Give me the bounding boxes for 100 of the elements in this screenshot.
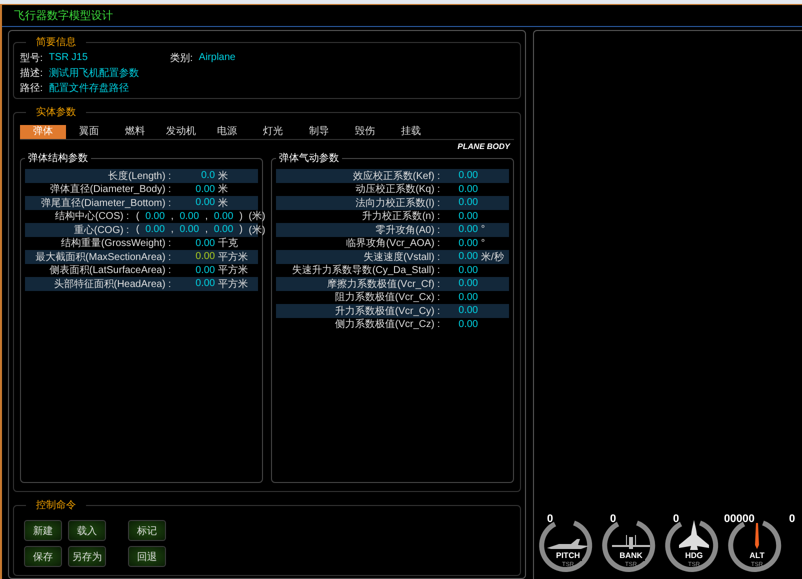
param-label: 长度(Length) :	[107, 170, 172, 183]
param-value[interactable]: 0.00	[176, 224, 202, 236]
path-value: 配置文件存盘路径	[48, 82, 129, 94]
param-value[interactable]: 0.0	[175, 170, 215, 182]
param-value[interactable]: 0.00	[175, 251, 215, 262]
tab[interactable]: 电源	[204, 125, 250, 139]
param-label: 零升攻角(A0) :	[374, 224, 441, 237]
group-title: 简要信息	[35, 36, 77, 49]
tab[interactable]: 挂载	[388, 125, 434, 139]
param-label: 失速升力系数导数(Cy_Da_Stall) :	[291, 264, 441, 278]
param-value[interactable]: 0.00	[444, 238, 478, 249]
param-value[interactable]: 0.00	[176, 210, 202, 222]
comma-mark: ,	[170, 210, 175, 222]
description-value: 测试用飞机配置参数	[48, 66, 139, 80]
param-value[interactable]: 0.00	[142, 210, 168, 222]
param-value[interactable]: 0.00	[175, 238, 215, 249]
gauge-label: ALT	[748, 551, 766, 561]
unit-label: 米	[217, 170, 228, 183]
param-label: 最大截面积(MaxSectionArea) :	[34, 250, 172, 264]
tab[interactable]: 翼面	[66, 125, 112, 139]
paren-mark: )	[238, 224, 244, 236]
param-value[interactable]: 0.00	[444, 251, 478, 262]
unit-label: 米/秒	[480, 250, 504, 264]
field-label: 类别:	[170, 52, 193, 64]
jet-front-icon	[612, 535, 650, 549]
unit-label: 平方米	[217, 278, 248, 291]
param-label: 重心(COG) :	[73, 224, 130, 237]
gauge-reading: 0	[673, 513, 680, 525]
param-value[interactable]: 0.00	[444, 305, 478, 316]
gauge-ring	[602, 520, 656, 572]
gauge-reading: 0	[547, 513, 554, 525]
param-label: 弹尾直径(Diameter_Bottom) :	[40, 196, 172, 210]
param-label: 侧力系数极值(Vcr_Cz) :	[334, 318, 441, 332]
panel-title: 弹体气动参数	[278, 152, 340, 165]
param-label: 结构中心(COS) :	[54, 210, 130, 224]
comma-mark: ,	[204, 224, 209, 236]
param-label: 动压校正系数(Kq) :	[354, 182, 441, 196]
param-value[interactable]: 0.00	[444, 184, 478, 195]
gauge-ring	[728, 520, 782, 572]
field-label: 型号:	[20, 52, 43, 64]
param-value[interactable]: 0.00	[175, 264, 215, 276]
gauge-label: BANK	[617, 551, 645, 561]
unit-label: 米	[217, 182, 228, 196]
param-value[interactable]: 0.00	[175, 184, 215, 195]
tab[interactable]: 毁伤	[342, 125, 388, 139]
jet-side-icon	[547, 539, 589, 549]
unit-label: 千克	[217, 236, 238, 250]
unit-label: 平方米	[217, 250, 248, 264]
panel-title: 弹体结构参数	[27, 152, 89, 165]
param-label: 阻力系数极值(Vcr_Cx) :	[334, 290, 441, 304]
unit-label: °	[480, 238, 485, 249]
paren-mark: )	[238, 210, 244, 222]
category-value: Airplane	[198, 52, 236, 63]
command-button[interactable]: 另存为	[68, 546, 106, 567]
command-button[interactable]: 保存	[24, 546, 62, 567]
tab[interactable]: 制导	[296, 125, 342, 139]
gauge-reading: 0	[610, 513, 616, 525]
param-value[interactable]: 0.00	[142, 224, 168, 236]
window-title: 飞行器数字模型设计	[2, 5, 802, 27]
comma-mark: ,	[170, 224, 175, 236]
tab[interactable]: 发动机	[158, 125, 204, 139]
param-value[interactable]: 0.00	[444, 278, 478, 290]
command-button[interactable]: 新建	[24, 520, 62, 541]
unit-label: (米)	[248, 210, 266, 224]
param-value[interactable]: 0.00	[444, 292, 478, 303]
tab[interactable]: 灯光	[250, 125, 296, 139]
jet-top-icon	[679, 520, 709, 550]
model-value: TSR J15	[48, 52, 88, 63]
param-label: 头部特征面积(HeadArea) :	[52, 278, 172, 291]
param-value[interactable]: 0.00	[210, 224, 236, 236]
param-label: 摩擦力系数极值(Vcr_Cf) :	[326, 278, 441, 291]
gauge-ring	[665, 520, 718, 572]
param-label: 效应校正系数(Kef) :	[352, 170, 441, 183]
gauge-reading: 0	[789, 513, 796, 525]
param-value[interactable]: 0.00	[444, 264, 478, 276]
group-title: 实体参数	[35, 106, 77, 119]
field-label: 描述:	[20, 66, 43, 80]
param-value[interactable]: 0.00	[444, 210, 478, 222]
param-value[interactable]: 0.00	[444, 224, 478, 236]
gauge-label: HDG	[683, 551, 705, 561]
command-button[interactable]: 标记	[128, 520, 166, 541]
param-value[interactable]: 0.00	[444, 170, 478, 182]
unit-label: 平方米	[217, 264, 248, 278]
tab[interactable]: 燃料	[112, 125, 158, 139]
section-caption: PLANE BODY	[458, 142, 510, 151]
param-label: 结构重量(GrossWeight) :	[60, 236, 172, 250]
command-button[interactable]: 载入	[68, 520, 106, 541]
gauge-ring	[539, 520, 592, 572]
field-label: 路径:	[20, 82, 43, 94]
param-label: 侧表面积(LatSurfaceArea) :	[48, 264, 172, 278]
needle-icon	[755, 523, 759, 549]
param-value[interactable]: 0.00	[175, 197, 215, 208]
param-value[interactable]: 0.00	[444, 318, 478, 330]
command-button[interactable]: 回退	[128, 546, 166, 567]
paren-mark: (	[135, 210, 140, 222]
param-label: 临界攻角(Vcr_AOA) :	[345, 237, 441, 250]
param-value[interactable]: 0.00	[444, 197, 478, 208]
param-value[interactable]: 0.00	[210, 210, 236, 222]
param-value[interactable]: 0.00	[175, 278, 215, 290]
paren-mark: (	[135, 224, 140, 236]
